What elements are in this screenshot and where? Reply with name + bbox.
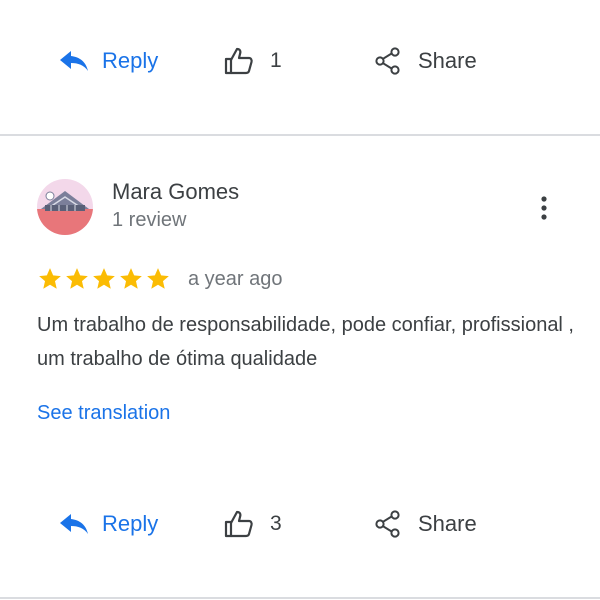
author-review-count: 1 review (112, 209, 187, 231)
reviews-panel: Reply 1 Share Mara Gomes 1 review a year… (0, 0, 600, 600)
divider (0, 134, 600, 136)
like-count: 1 (270, 49, 282, 72)
share-icon (374, 510, 402, 538)
review-action-bar: Reply 1 Share (0, 41, 600, 81)
like-count: 3 (270, 512, 282, 535)
divider (0, 597, 600, 599)
share-label: Share (418, 48, 477, 73)
share-button[interactable]: Share (374, 41, 477, 81)
reply-icon (58, 48, 90, 74)
see-translation-link[interactable]: See translation (37, 402, 170, 425)
author-name[interactable]: Mara Gomes (112, 179, 239, 205)
share-icon (374, 47, 402, 75)
more-options-button[interactable] (530, 192, 558, 224)
like-button[interactable]: 3 (224, 504, 282, 544)
share-button[interactable]: Share (374, 504, 477, 544)
like-button[interactable]: 1 (224, 41, 282, 81)
reply-label: Reply (102, 511, 159, 536)
reply-button[interactable]: Reply (58, 41, 158, 81)
star-rating (37, 266, 172, 292)
review-date: a year ago (188, 267, 283, 290)
star-icon (147, 268, 169, 289)
rating-row: a year ago (37, 264, 283, 294)
star-icon (120, 268, 142, 289)
star-icon (39, 268, 61, 289)
share-label: Share (418, 511, 477, 536)
review-text: Um trabalho de responsabilidade, pode co… (37, 314, 574, 370)
reply-button[interactable]: Reply (58, 504, 158, 544)
review-action-bar: Reply 3 Share (0, 504, 600, 544)
more-vert-icon (530, 192, 558, 224)
star-icon (93, 268, 115, 289)
thumb-up-icon (224, 47, 254, 75)
star-icon (66, 268, 88, 289)
avatar-image (37, 179, 93, 235)
thumb-up-icon (224, 510, 254, 538)
reply-label: Reply (102, 48, 159, 73)
reply-icon (58, 511, 90, 537)
avatar[interactable] (37, 179, 93, 235)
